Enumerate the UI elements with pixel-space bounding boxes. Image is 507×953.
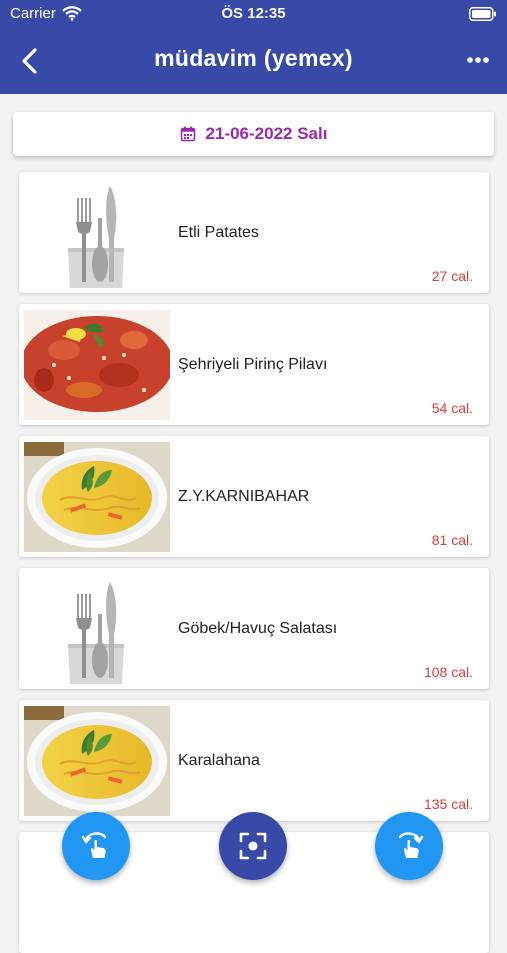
meal-name: Etli Patates bbox=[178, 223, 259, 241]
app-header: Carrier ÖS 12:35 müdavim (yemex) bbox=[0, 0, 507, 94]
more-icon bbox=[467, 57, 489, 63]
touch-rotate-right-icon bbox=[398, 832, 424, 858]
meal-calories: 135 cal. bbox=[423, 796, 473, 812]
status-bar: Carrier ÖS 12:35 bbox=[0, 0, 507, 28]
meal-card[interactable]: Etli Patates 27 cal. bbox=[19, 172, 489, 293]
swipe-right-button[interactable] bbox=[375, 812, 443, 880]
touch-rotate-left-icon bbox=[81, 832, 107, 858]
rice-dish-image bbox=[24, 310, 170, 420]
page-title: müdavim (yemex) bbox=[154, 45, 353, 71]
meal-calories: 54 cal. bbox=[431, 400, 473, 416]
scan-button[interactable] bbox=[219, 812, 287, 880]
meal-name: Z.Y.KARNIBAHAR bbox=[178, 487, 310, 505]
date-label: 21-06-2022 Salı bbox=[205, 124, 328, 143]
swipe-left-button[interactable] bbox=[62, 812, 130, 880]
cutlery-image bbox=[24, 178, 170, 288]
meal-card[interactable]: Göbek/Havuç Salatası 108 cal. bbox=[19, 568, 489, 689]
meal-card[interactable]: Şehriyeli Pirinç Pilavı 54 cal. bbox=[19, 304, 489, 425]
cutlery-image bbox=[24, 574, 170, 684]
meal-calories: 108 cal. bbox=[423, 664, 473, 680]
focus-scan-icon bbox=[239, 832, 267, 860]
meal-card[interactable]: Karalahana 135 cal. bbox=[19, 700, 489, 821]
soup-image bbox=[24, 442, 170, 552]
meal-name: Karalahana bbox=[178, 751, 260, 769]
meal-name: Şehriyeli Pirinç Pilavı bbox=[178, 355, 328, 373]
meal-calories: 27 cal. bbox=[431, 268, 473, 284]
back-button[interactable] bbox=[14, 44, 48, 78]
soup-image bbox=[24, 706, 170, 816]
more-options-button[interactable] bbox=[463, 50, 493, 70]
date-picker[interactable]: 21-06-2022 Salı bbox=[13, 112, 494, 156]
calendar-icon bbox=[180, 126, 196, 142]
meal-card[interactable]: Z.Y.KARNIBAHAR 81 cal. bbox=[19, 436, 489, 557]
battery-icon bbox=[469, 7, 497, 25]
clock: ÖS 12:35 bbox=[221, 5, 286, 22]
back-arrow-icon bbox=[22, 48, 37, 74]
meal-calories: 81 cal. bbox=[431, 532, 473, 548]
meal-name: Göbek/Havuç Salatası bbox=[178, 619, 338, 637]
